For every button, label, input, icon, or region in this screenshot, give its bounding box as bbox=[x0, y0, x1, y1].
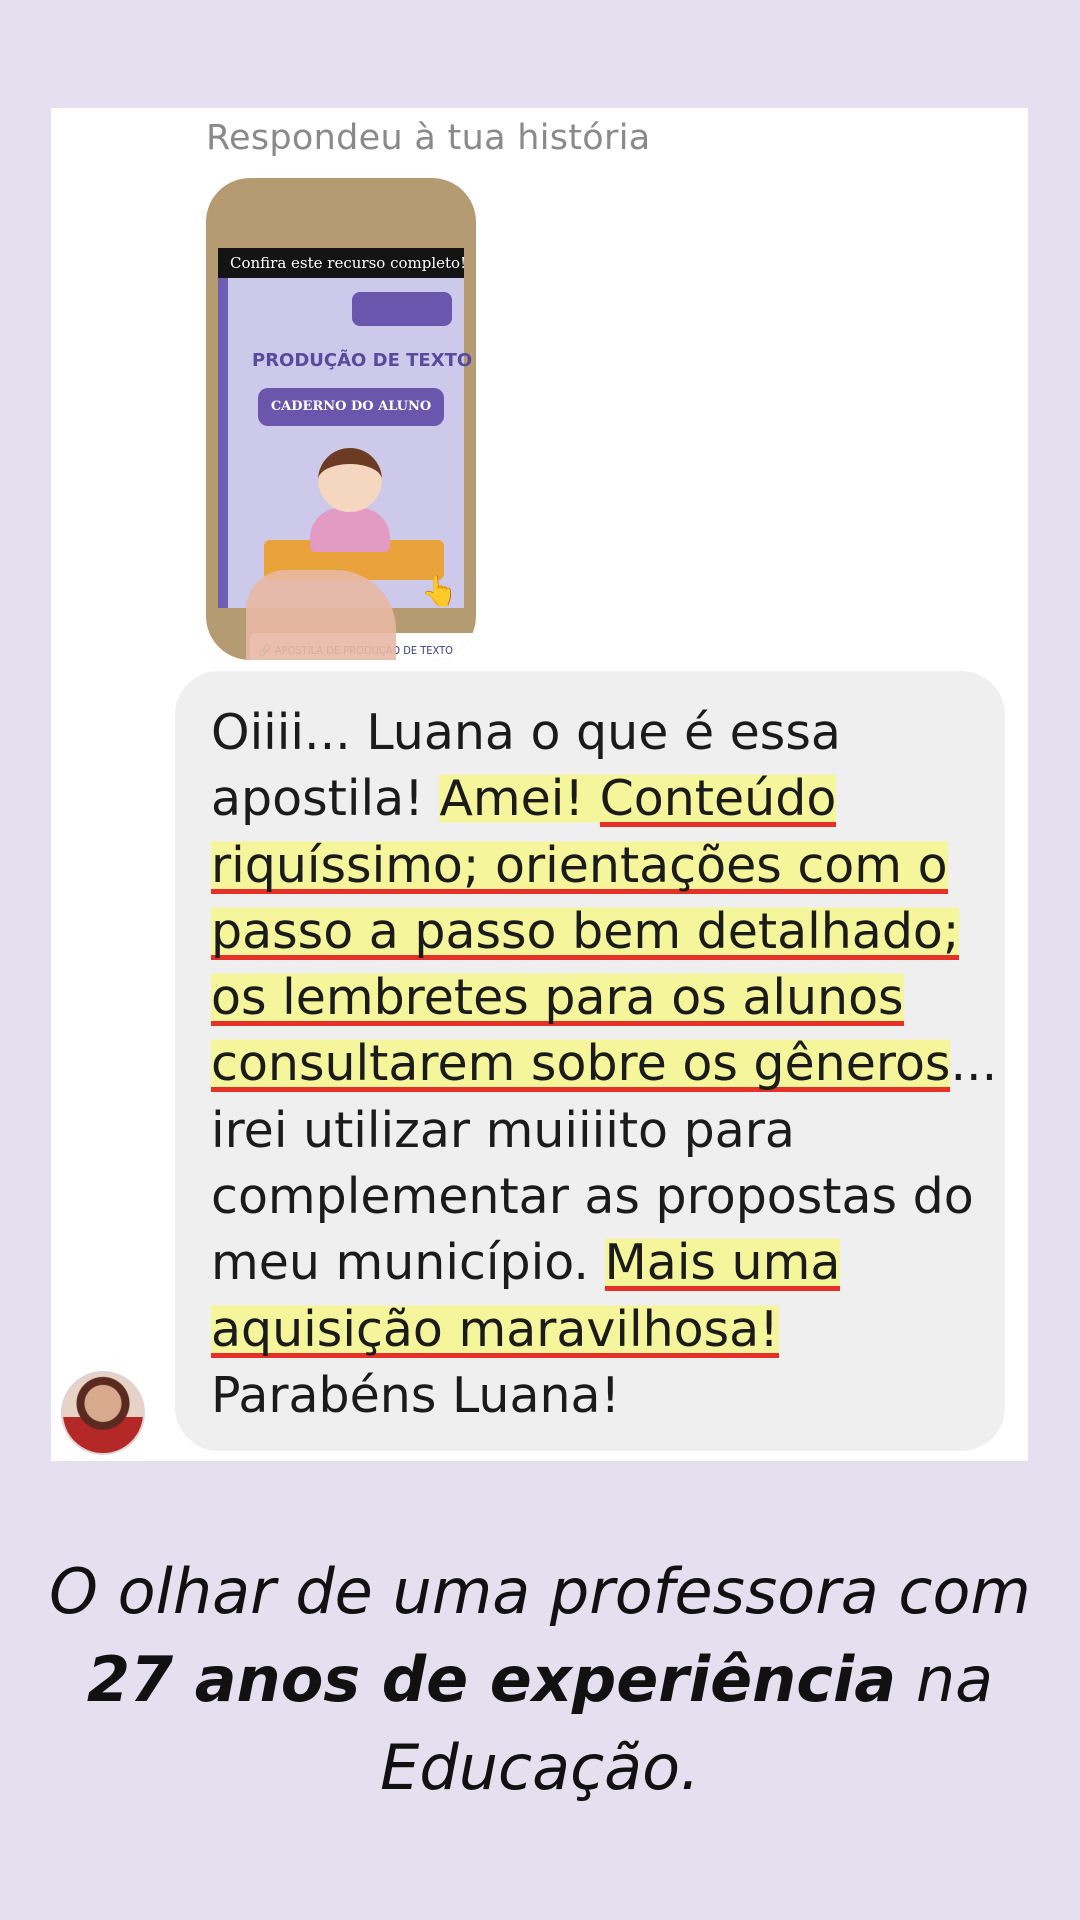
screenshot-card: Respondeu à tua história Confira este re… bbox=[51, 108, 1028, 1461]
message-segment: Parabéns Luana! bbox=[211, 1366, 621, 1424]
pointing-hand-icon: 👆 bbox=[420, 575, 458, 608]
message-segment-highlight: Amei! bbox=[439, 770, 600, 828]
caption-text: O olhar de uma professora com 27 anos de… bbox=[40, 1548, 1040, 1812]
book-subtitle: CADERNO DO ALUNO bbox=[258, 388, 444, 426]
hand-photo bbox=[246, 570, 396, 660]
story-reply-label: Respondeu à tua história bbox=[206, 118, 651, 158]
girl-illustration-head bbox=[318, 448, 382, 512]
book-title: PRODUÇÃO DE TEXTO bbox=[252, 350, 473, 371]
cover-tag bbox=[352, 292, 452, 326]
book-cover: PRODUÇÃO DE TEXTO CADERNO DO ALUNO 👆 🔗 A… bbox=[218, 278, 476, 660]
caption-part-1: O olhar de uma professora com bbox=[49, 1555, 1031, 1628]
story-thumbnail[interactable]: Confira este recurso completo! PRODUÇÃO … bbox=[206, 178, 476, 660]
girl-illustration-body bbox=[310, 508, 390, 552]
sender-avatar[interactable] bbox=[61, 1371, 145, 1455]
caption-bold: 27 anos de experiência bbox=[86, 1643, 897, 1716]
story-banner: Confira este recurso completo! bbox=[218, 248, 464, 278]
message-text: Oiiii... Luana o que é essa apostila! Am… bbox=[211, 700, 1001, 1429]
